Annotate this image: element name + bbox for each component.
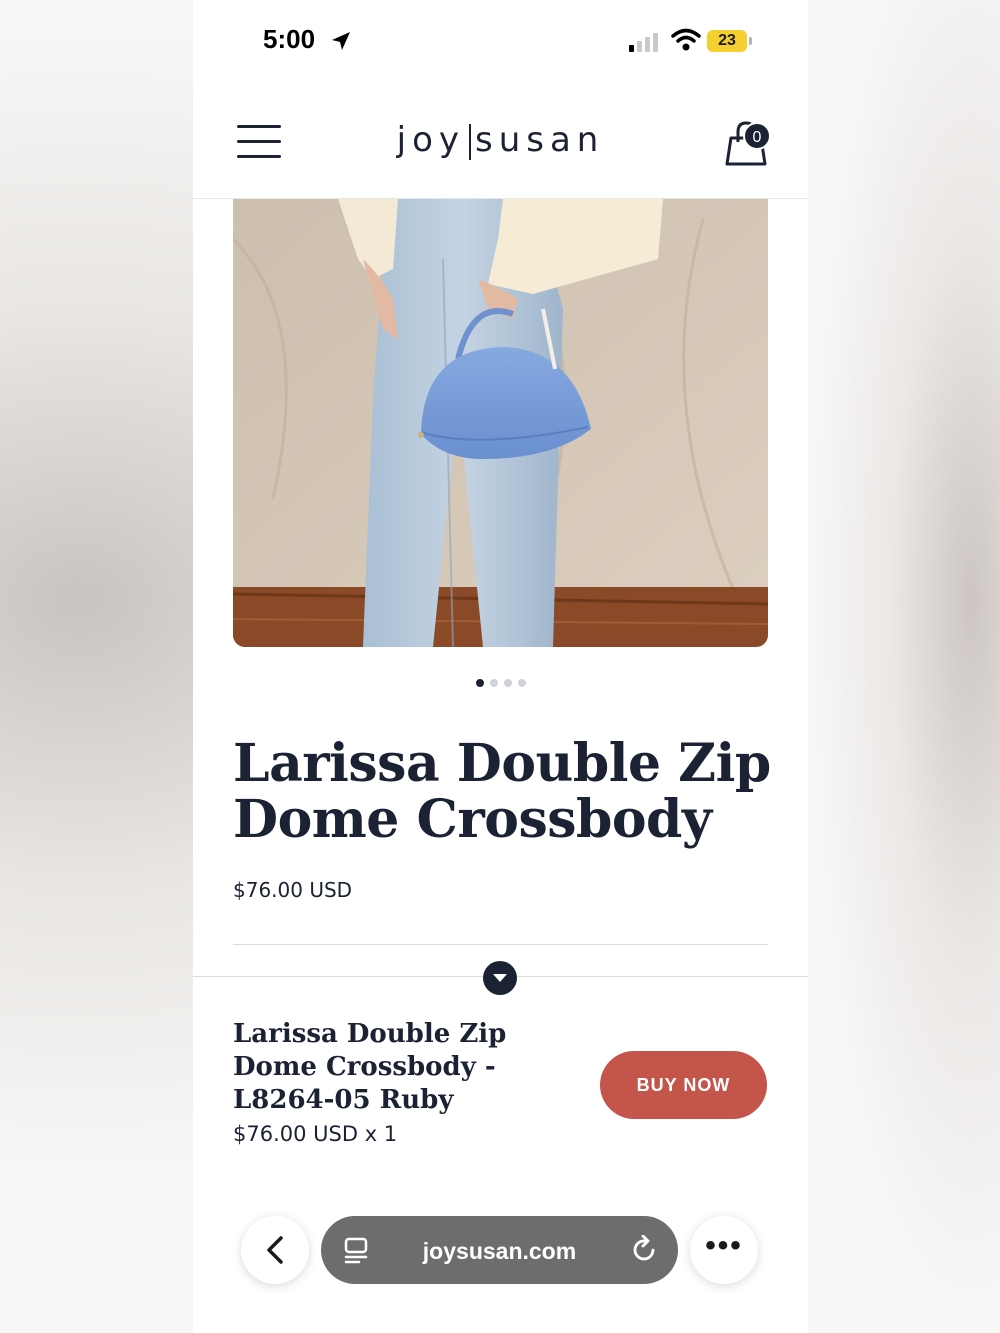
url-text: joysusan.com <box>422 1238 577 1264</box>
battery-tip <box>749 37 752 45</box>
sticky-price-quantity: $76.00 USD x 1 <box>233 1122 398 1146</box>
buy-now-button[interactable]: BUY NOW <box>600 1051 767 1119</box>
gallery-dot-3[interactable] <box>503 679 512 687</box>
logo-divider <box>469 123 471 160</box>
gallery-dot-2[interactable] <box>489 679 498 687</box>
cellular-signal-icon <box>629 33 658 52</box>
site-header: joy susan 0 <box>193 100 808 199</box>
product-photo-illustration <box>233 199 768 647</box>
browser-back-button[interactable] <box>241 1216 309 1284</box>
status-time: 5:00 <box>263 24 316 54</box>
phone-screen: 5:00 23 joy susan 0 Larissa Double Zip D… <box>193 0 808 1333</box>
reload-icon[interactable] <box>631 1235 659 1265</box>
product-image[interactable] <box>233 199 768 647</box>
logo-text-joy: joy <box>396 120 465 160</box>
address-bar[interactable]: joysusan.com <box>321 1216 678 1284</box>
product-title: Larissa Double Zip Dome Crossbody <box>233 733 771 850</box>
cart-count-badge: 0 <box>743 122 771 150</box>
more-options-button[interactable]: ••• <box>690 1216 758 1284</box>
chevron-down-icon[interactable] <box>483 961 517 995</box>
location-arrow-icon <box>332 32 350 50</box>
gallery-dot-1[interactable] <box>475 679 484 687</box>
sticky-product-name: Larissa Double Zip Dome Crossbody - L826… <box>233 1019 507 1115</box>
battery-indicator: 23 <box>707 30 747 52</box>
product-price: $76.00 USD <box>233 878 353 902</box>
wifi-icon <box>671 28 701 51</box>
gallery-dot-4[interactable] <box>517 679 526 687</box>
logo-text-susan: susan <box>475 120 605 160</box>
divider <box>233 944 768 945</box>
site-logo[interactable]: joy susan <box>193 120 808 160</box>
gallery-pagination <box>193 674 808 692</box>
chevron-left-icon <box>267 1236 283 1264</box>
